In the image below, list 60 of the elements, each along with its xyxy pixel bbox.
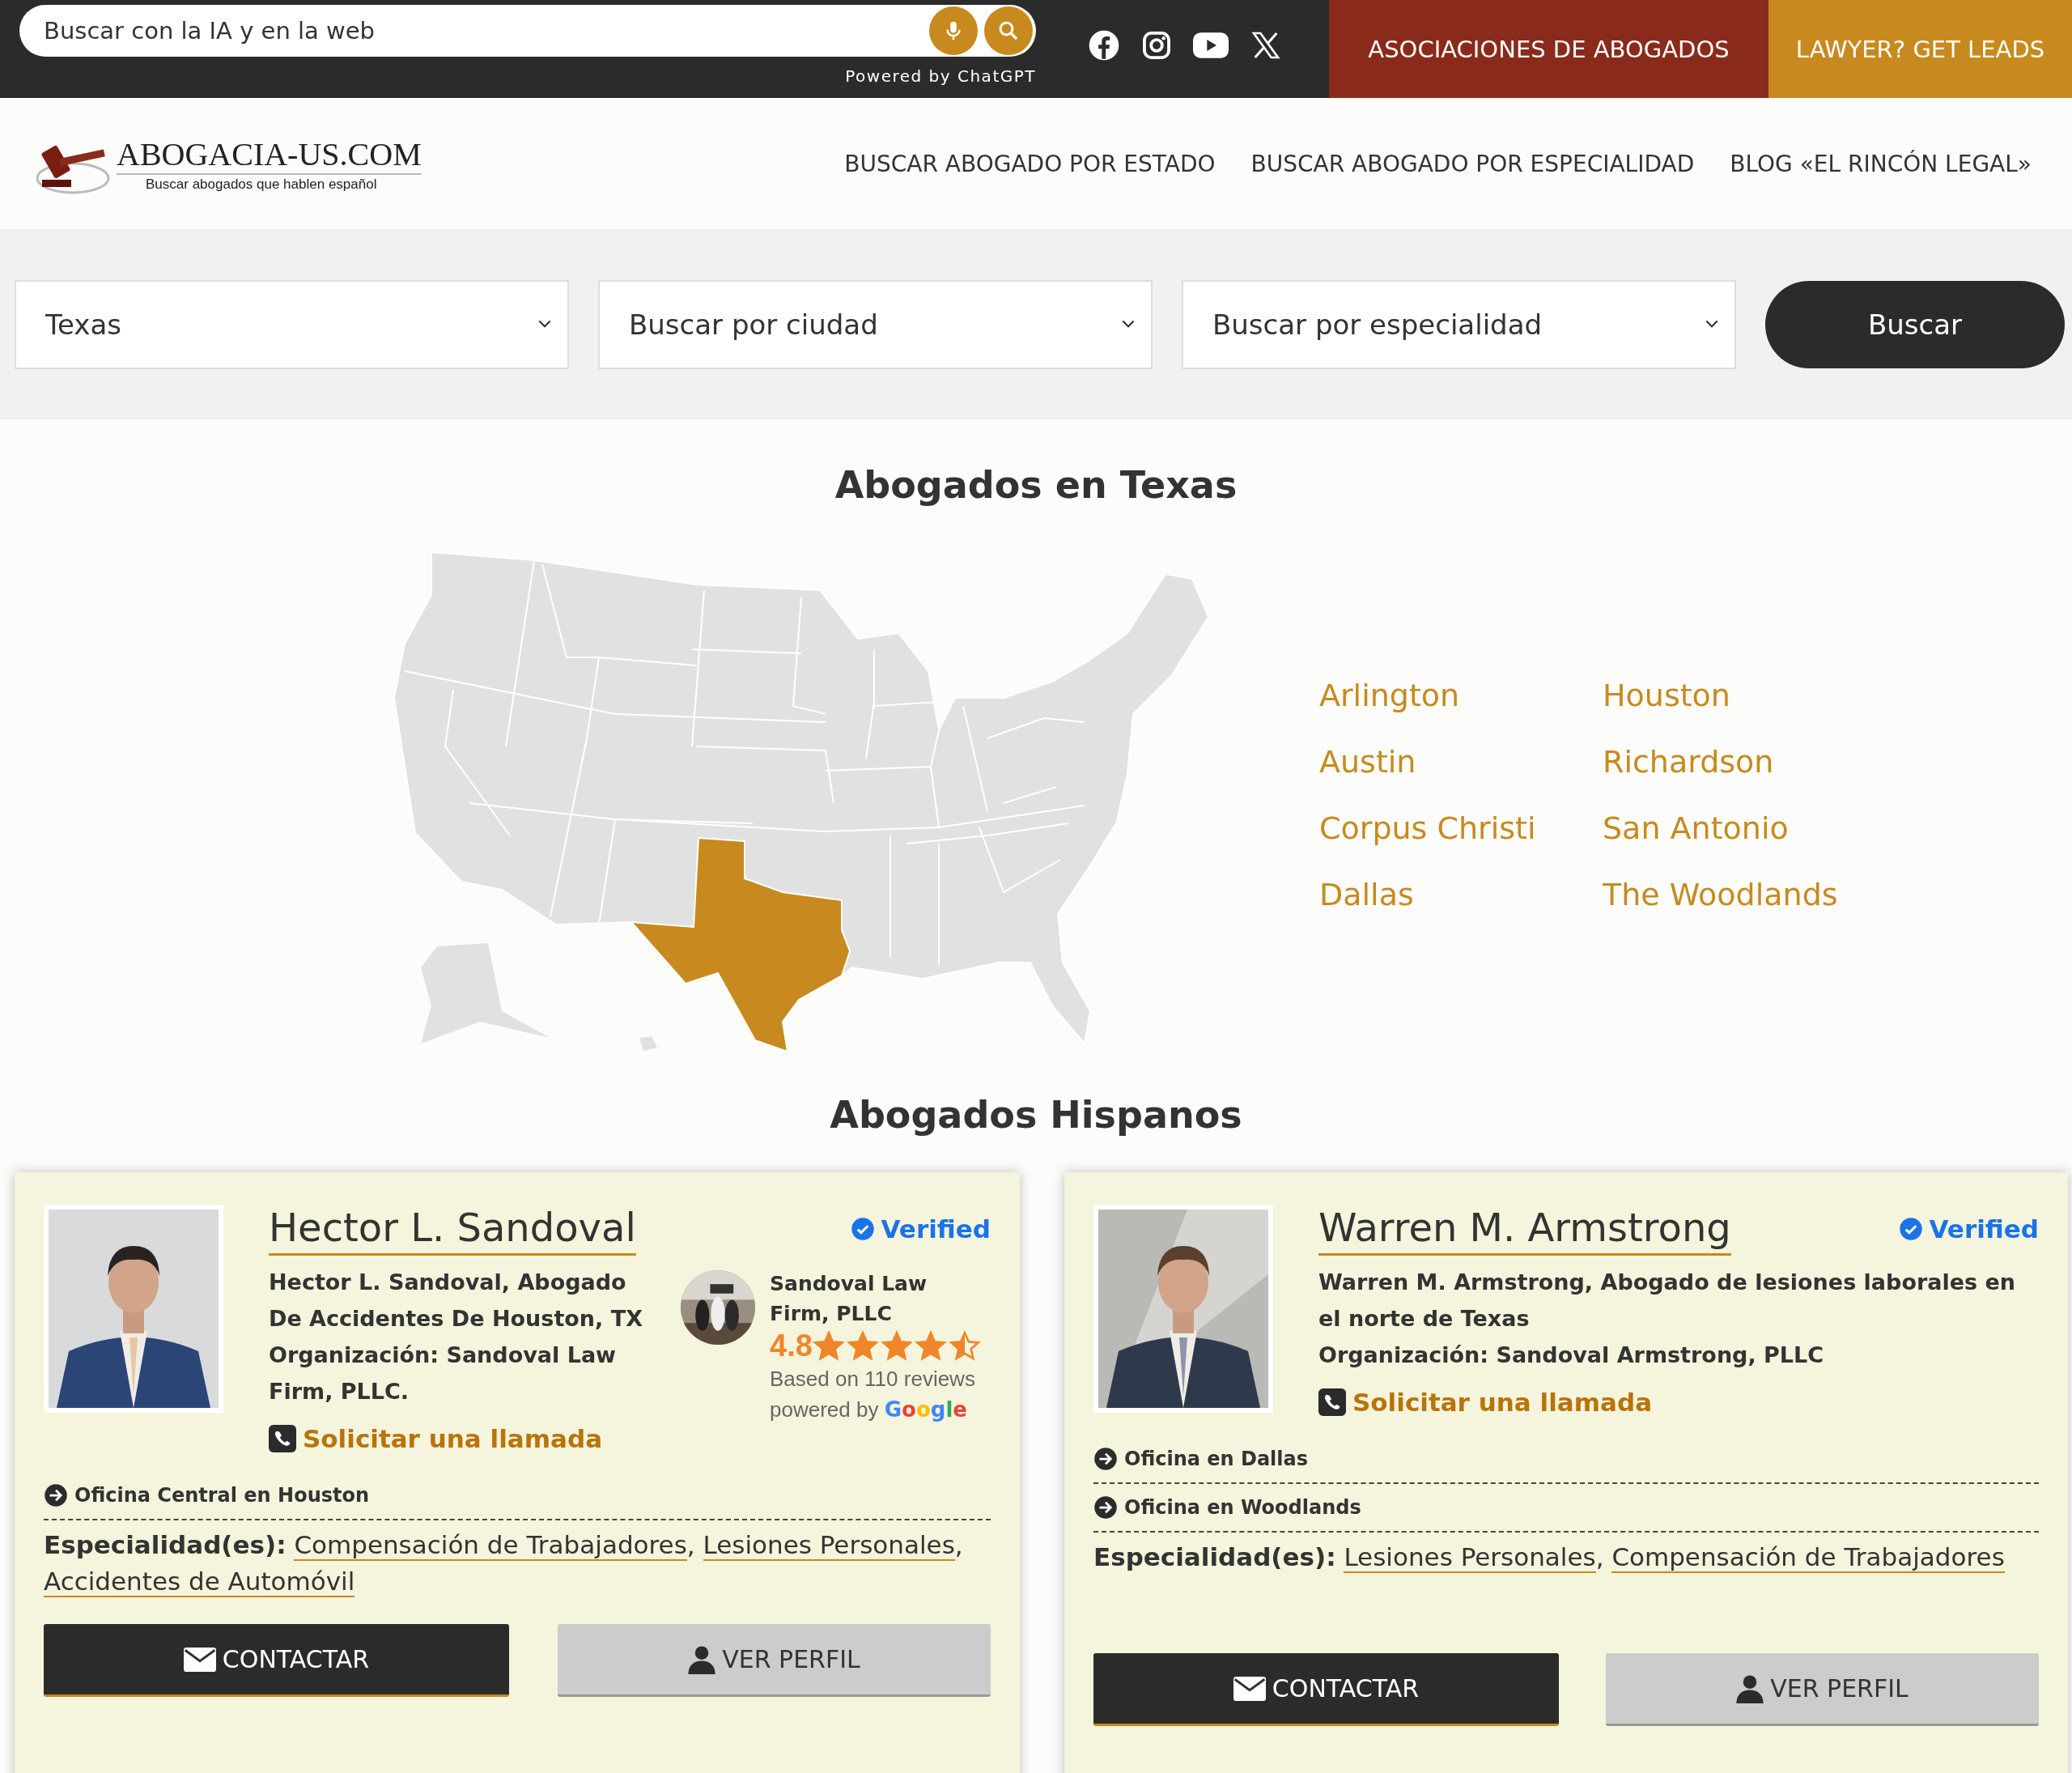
contact-button[interactable]: CONTACTAR [44,1624,509,1697]
firm-name: Sandoval Law Firm, PLLC [770,1271,928,1327]
envelope-icon [183,1647,216,1672]
arrow-circle-icon [44,1483,68,1507]
nav-link[interactable]: BUSCAR ABOGADO POR ESTADO [844,150,1216,177]
profile-button[interactable]: VER PERFIL [558,1624,991,1697]
verified-label: Verified [881,1214,991,1244]
specialties-text: Especialidad(es): Compensación de Trabajadores, Lesiones Personales, Accidentes de Automóvil [44,1529,964,1599]
check-badge-icon [850,1217,875,1241]
section-title: Abogados en Texas [834,463,1238,507]
search-bar[interactable]: Buscar con la IA y en la web [19,5,1036,57]
nav-link[interactable]: BUSCAR ABOGADO POR ESPECIALIDAD [1250,150,1695,177]
header-link[interactable]: ASOCIACIONES DE ABOGADOS [1329,0,1768,98]
powered-by-text: powered by Google [770,1397,968,1423]
chevron-down-icon [1705,320,1718,329]
phone-icon [269,1425,296,1452]
person-icon [1736,1673,1764,1703]
office-link[interactable]: Oficina en Dallas [1124,1448,1309,1470]
rating-value: 4.8 [770,1329,813,1363]
verified-label: Verified [1929,1214,2039,1244]
lawyer-description: Warren M. Armstrong, Abogado de lesiones laborales en el norte de Texas [1318,1269,2017,1333]
specialty-link[interactable]: Compensación de Trabajadores [294,1530,687,1561]
arrow-circle-icon [1093,1447,1118,1471]
specialty-link[interactable]: Lesiones Personales [1344,1542,1596,1573]
nav-link[interactable]: BLOG «EL RINCÓN LEGAL» [1730,150,2032,177]
arrow-circle-icon [1093,1495,1118,1520]
person-icon [688,1644,716,1674]
select-field[interactable]: Texas [15,279,569,369]
phone-icon [1318,1388,1346,1416]
organization-text: Organización: Sandoval Law Firm, PLLC. [269,1341,618,1405]
select-field[interactable]: Buscar por ciudad [598,279,1153,369]
specialty-link[interactable]: Compensación de Trabajadores [1611,1542,2005,1573]
select-field[interactable]: Buscar por especialidad [1182,279,1736,369]
logo-tagline: Buscar abogados que hablen español [146,176,378,193]
office-link[interactable]: Oficina en Woodlands [1124,1496,1361,1519]
powered-by-text: Powered by ChatGPT [845,66,1036,86]
lawyer-name[interactable]: Hector L. Sandoval [269,1205,636,1256]
specialty-link[interactable]: Lesiones Personales [703,1530,955,1561]
profile-button[interactable]: VER PERFIL [1606,1653,2039,1726]
office-link[interactable]: Oficina Central en Houston [74,1484,370,1507]
contact-button[interactable]: CONTACTAR [1093,1653,1559,1726]
search-field[interactable]: Buscar con la IA y en la web [42,16,923,45]
specialty-link[interactable]: Accidentes de Automóvil [44,1567,355,1597]
logo-text[interactable]: ABOGACIA-US.COM [117,134,422,175]
microphone-button[interactable] [929,6,978,55]
instagram-icon[interactable] [1141,29,1172,61]
chevron-down-icon [1122,320,1135,329]
search-button[interactable]: Buscar [1765,280,2065,368]
envelope-icon [1233,1676,1266,1701]
organization-text: Organización: Sandoval Armstrong, PLLC [1318,1341,1825,1369]
specialties-text: Especialidad(es): Lesiones Personales, Compensación de Trabajadores [1093,1541,2006,1575]
review-count: Based on 110 reviews [770,1366,976,1392]
check-badge-icon [1898,1217,1923,1241]
section-title: Abogados Hispanos [829,1093,1243,1137]
youtube-icon[interactable] [1193,32,1229,58]
search-button[interactable] [984,6,1033,55]
lawyer-description: Hector L. Sandoval, Abogado De Accidentes De Houston, TX [269,1269,643,1333]
facebook-icon[interactable] [1088,28,1120,62]
lawyer-name[interactable]: Warren M. Armstrong [1318,1205,1731,1256]
chevron-down-icon [538,320,551,329]
